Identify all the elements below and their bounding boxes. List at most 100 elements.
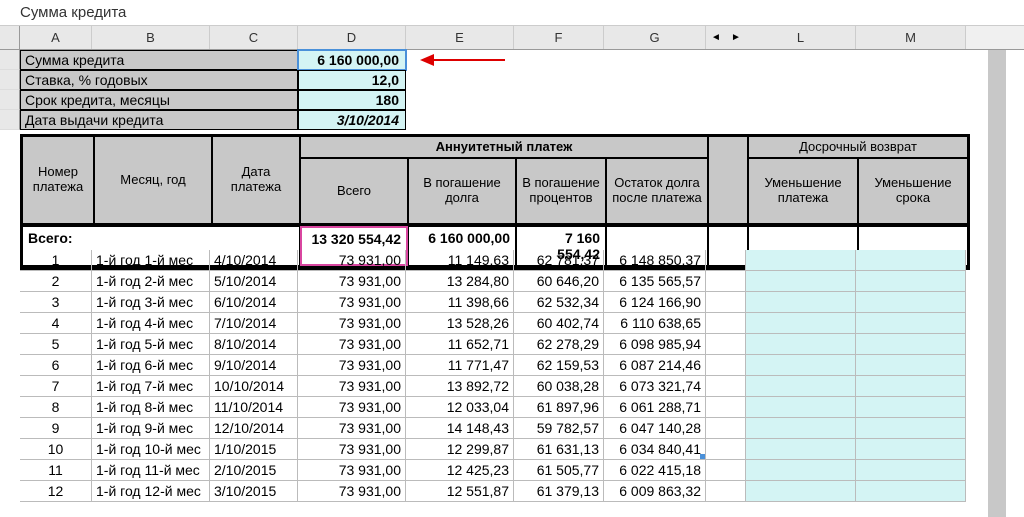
cell-decterm[interactable] [856,481,966,502]
cell-interest[interactable]: 59 782,57 [514,418,604,439]
cell-date[interactable]: 6/10/2014 [210,292,298,313]
cell-date[interactable]: 10/10/2014 [210,376,298,397]
cell-remain[interactable]: 6 034 840,41 [604,439,706,460]
cell-month[interactable]: 1-й год 2-й мес [92,271,210,292]
cell-month[interactable]: 1-й год 12-й мес [92,481,210,502]
cell-debt[interactable]: 11 652,71 [406,334,514,355]
cell-debt[interactable]: 11 771,47 [406,355,514,376]
cell-debt[interactable]: 12 033,04 [406,397,514,418]
cell-interest[interactable]: 61 631,13 [514,439,604,460]
cell-interest[interactable]: 60 646,20 [514,271,604,292]
cell-remain[interactable]: 6 009 863,32 [604,481,706,502]
cell-debt[interactable]: 12 551,87 [406,481,514,502]
cell-decterm[interactable] [856,334,966,355]
cell-decpay[interactable] [746,355,856,376]
cell-debt[interactable]: 11 398,66 [406,292,514,313]
cell-decterm[interactable] [856,460,966,481]
param-value-term[interactable]: 180 [298,90,406,110]
cell-num[interactable]: 4 [20,313,92,334]
cell-num[interactable]: 7 [20,376,92,397]
row-number[interactable] [0,90,20,110]
cell-decpay[interactable] [746,334,856,355]
row-number[interactable] [0,50,20,70]
cell-debt[interactable]: 13 284,80 [406,271,514,292]
cell-decterm[interactable] [856,376,966,397]
cell-remain[interactable]: 6 148 850,37 [604,250,706,271]
cell-total[interactable]: 73 931,00 [298,418,406,439]
cell-month[interactable]: 1-й год 8-й мес [92,397,210,418]
cell-total[interactable]: 73 931,00 [298,460,406,481]
cell-total[interactable]: 73 931,00 [298,481,406,502]
cell-num[interactable]: 2 [20,271,92,292]
cell-decterm[interactable] [856,355,966,376]
row-number[interactable] [0,110,20,130]
cell-interest[interactable]: 61 379,13 [514,481,604,502]
param-value-rate[interactable]: 12,0 [298,70,406,90]
col-header-B[interactable]: B [92,26,210,49]
cell-decterm[interactable] [856,292,966,313]
cell-decpay[interactable] [746,397,856,418]
cell-remain[interactable]: 6 124 166,90 [604,292,706,313]
cell-month[interactable]: 1-й год 9-й мес [92,418,210,439]
cell-month[interactable]: 1-й год 1-й мес [92,250,210,271]
cell-total[interactable]: 73 931,00 [298,250,406,271]
cell-month[interactable]: 1-й год 10-й мес [92,439,210,460]
cell-date[interactable]: 1/10/2015 [210,439,298,460]
col-header-F[interactable]: F [514,26,604,49]
cell-total[interactable]: 73 931,00 [298,355,406,376]
col-header-A[interactable]: A [20,26,92,49]
cell-num[interactable]: 8 [20,397,92,418]
cell-debt[interactable]: 13 528,26 [406,313,514,334]
cell-decterm[interactable] [856,271,966,292]
cell-num[interactable]: 12 [20,481,92,502]
col-header-C[interactable]: C [210,26,298,49]
col-header-E[interactable]: E [406,26,514,49]
cell-date[interactable]: 9/10/2014 [210,355,298,376]
cell-date[interactable]: 12/10/2014 [210,418,298,439]
cell-interest[interactable]: 62 532,34 [514,292,604,313]
spreadsheet-grid[interactable]: Сумма кредита 6 160 000,00 Ставка, % год… [0,50,1024,517]
cell-remain[interactable]: 6 110 638,65 [604,313,706,334]
cell-date[interactable]: 7/10/2014 [210,313,298,334]
col-header-L[interactable]: L [746,26,856,49]
cell-month[interactable]: 1-й год 4-й мес [92,313,210,334]
cell-date[interactable]: 11/10/2014 [210,397,298,418]
cell-num[interactable]: 1 [20,250,92,271]
cell-debt[interactable]: 13 892,72 [406,376,514,397]
cell-date[interactable]: 3/10/2015 [210,481,298,502]
cell-remain[interactable]: 6 098 985,94 [604,334,706,355]
cell-remain[interactable]: 6 087 214,46 [604,355,706,376]
cell-debt[interactable]: 11 149,63 [406,250,514,271]
cell-total[interactable]: 73 931,00 [298,313,406,334]
cell-decpay[interactable] [746,439,856,460]
cell-interest[interactable]: 60 402,74 [514,313,604,334]
cell-date[interactable]: 8/10/2014 [210,334,298,355]
cell-interest[interactable]: 60 038,28 [514,376,604,397]
formula-bar[interactable]: Сумма кредита [0,0,1024,26]
param-value-date[interactable]: 3/10/2014 [298,110,406,130]
cell-decterm[interactable] [856,397,966,418]
param-value-amount[interactable]: 6 160 000,00 [298,50,406,70]
cell-month[interactable]: 1-й год 6-й мес [92,355,210,376]
cell-num[interactable]: 9 [20,418,92,439]
cell-month[interactable]: 1-й год 3-й мес [92,292,210,313]
cell-decpay[interactable] [746,250,856,271]
cell-interest[interactable]: 61 897,96 [514,397,604,418]
cell-num[interactable]: 5 [20,334,92,355]
cell-decterm[interactable] [856,439,966,460]
cell-interest[interactable]: 62 159,53 [514,355,604,376]
cell-remain[interactable]: 6 073 321,74 [604,376,706,397]
cell-interest[interactable]: 62 278,29 [514,334,604,355]
cell-debt[interactable]: 12 425,23 [406,460,514,481]
cell-remain[interactable]: 6 061 288,71 [604,397,706,418]
col-header-M[interactable]: M [856,26,966,49]
cell-month[interactable]: 1-й год 11-й мес [92,460,210,481]
cell-decpay[interactable] [746,418,856,439]
cell-month[interactable]: 1-й год 7-й мес [92,376,210,397]
cell-num[interactable]: 3 [20,292,92,313]
cell-month[interactable]: 1-й год 5-й мес [92,334,210,355]
cell-total[interactable]: 73 931,00 [298,271,406,292]
select-all-corner[interactable] [0,26,20,49]
cell-decpay[interactable] [746,376,856,397]
cell-remain[interactable]: 6 022 415,18 [604,460,706,481]
